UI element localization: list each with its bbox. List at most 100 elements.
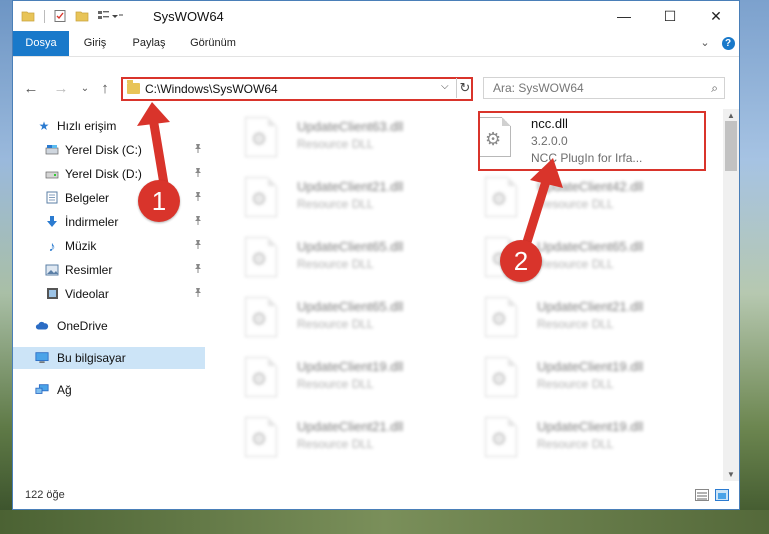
details-view-icon[interactable] — [695, 489, 709, 501]
sidebar-item-music[interactable]: ♪ Müzik — [13, 235, 205, 257]
file-name: UpdateClient19.dll — [537, 359, 644, 374]
address-bar[interactable]: C:\Windows\SysWOW64 ⌵ ↻ — [121, 77, 473, 101]
sidebar-item-quick-access[interactable]: ★ Hızlı erişim — [13, 115, 205, 137]
dll-file-icon: ⚙ — [485, 297, 517, 337]
sidebar-item-label: Belgeler — [65, 191, 110, 205]
help-icon[interactable]: ? — [719, 31, 737, 56]
scroll-thumb[interactable] — [725, 121, 737, 171]
list-item[interactable]: ⚙ UpdateClient65.dll Resource DLL — [237, 291, 473, 345]
sidebar-item-label: Videolar — [65, 287, 109, 301]
list-item[interactable]: ⚙ UpdateClient21.dll Resource DLL — [237, 171, 473, 225]
address-dropdown-icon[interactable]: ⌵ — [441, 81, 449, 92]
search-icon[interactable]: ⌕ — [711, 81, 718, 96]
pin-icon[interactable] — [193, 167, 203, 180]
pin-icon[interactable] — [193, 191, 203, 204]
sidebar-item-videos[interactable]: Videolar — [13, 283, 205, 305]
forward-arrow-icon[interactable]: → — [51, 79, 71, 99]
file-type: Resource DLL — [297, 257, 374, 271]
sidebar-item-this-pc[interactable]: Bu bilgisayar — [13, 347, 205, 369]
list-item[interactable]: ⚙ UpdateClient21.dll Resource DLL — [237, 411, 473, 465]
help-glyph: ? — [721, 37, 735, 50]
tab-file[interactable]: Dosya — [13, 31, 69, 56]
list-item[interactable]: ⚙ UpdateClient19.dll Resource DLL — [237, 351, 473, 405]
recent-locations-icon[interactable]: ⌄ — [75, 79, 95, 99]
file-type: Resource DLL — [297, 377, 374, 391]
file-name: UpdateClient65.dll — [537, 239, 644, 254]
sidebar-item-label: Müzik — [65, 239, 97, 253]
sidebar-item-local-disk-d[interactable]: Yerel Disk (D:) — [13, 163, 205, 185]
file-name: UpdateClient42.dll — [537, 179, 644, 194]
music-icon: ♪ — [48, 237, 56, 254]
sidebar-item-local-disk-c[interactable]: Yerel Disk (C:) — [13, 139, 205, 161]
folder-icon — [127, 80, 140, 94]
refresh-icon[interactable]: ↻ — [456, 78, 473, 98]
close-button[interactable]: ✕ — [693, 1, 739, 31]
list-item[interactable]: ⚙ UpdateClient65.dll Resource DLL — [237, 231, 473, 285]
dll-file-icon: ⚙ — [245, 177, 277, 217]
dll-file-icon: ⚙ — [485, 177, 517, 217]
drive-icon — [45, 143, 59, 156]
sidebar-item-label: OneDrive — [57, 319, 108, 333]
gear-icon: ⚙ — [491, 369, 508, 389]
pin-icon[interactable] — [193, 239, 203, 252]
pin-icon[interactable] — [193, 287, 203, 300]
pictures-icon — [45, 263, 59, 276]
list-item[interactable]: ⚙ UpdateClient19.dll Resource DLL — [477, 411, 713, 465]
address-path[interactable]: C:\Windows\SysWOW64 — [145, 82, 278, 96]
new-folder-icon[interactable] — [75, 9, 89, 23]
up-arrow-icon[interactable]: ↑ — [95, 79, 115, 99]
title-bar: SysWOW64 — ☐ ✕ — [13, 1, 739, 31]
gear-icon: ⚙ — [251, 189, 268, 209]
desktop-wallpaper-right — [740, 0, 769, 534]
back-arrow-icon[interactable]: ← — [21, 79, 41, 99]
sidebar-item-network[interactable]: Ağ — [13, 379, 205, 401]
ribbon-expand-button[interactable]: ⌄ — [697, 31, 713, 56]
file-type: Resource DLL — [537, 437, 614, 451]
customize-toolbar-icon[interactable] — [97, 9, 123, 23]
list-item[interactable]: ⚙ UpdateClient63.dll Resource DLL — [237, 111, 473, 165]
search-box[interactable]: ⌕ — [483, 77, 725, 99]
star-icon: ★ — [38, 118, 50, 133]
cloud-icon — [35, 319, 49, 332]
tab-view[interactable]: Görünüm — [183, 31, 243, 56]
vertical-scrollbar[interactable]: ▲ ▼ — [723, 109, 739, 481]
pin-icon[interactable] — [193, 263, 203, 276]
desktop-wallpaper-bottom — [0, 510, 769, 534]
window-title: SysWOW64 — [153, 9, 224, 24]
file-name: UpdateClient21.dll — [537, 299, 644, 314]
sidebar-item-label: Ağ — [57, 383, 72, 397]
pin-icon[interactable] — [193, 215, 203, 228]
file-name: UpdateClient21.dll — [297, 179, 404, 194]
tab-share[interactable]: Paylaş — [125, 31, 173, 56]
documents-icon — [45, 191, 59, 204]
dll-file-icon: ⚙ — [485, 357, 517, 397]
search-input[interactable] — [484, 78, 703, 98]
sidebar-item-label: Yerel Disk (D:) — [65, 167, 142, 181]
video-icon — [45, 287, 59, 300]
list-item[interactable]: ⚙ UpdateClient21.dll Resource DLL — [477, 291, 713, 345]
dll-file-icon: ⚙ — [485, 417, 517, 457]
dll-file-icon: ⚙ — [245, 117, 277, 157]
file-type: Resource DLL — [537, 197, 614, 211]
minimize-button[interactable]: — — [601, 1, 647, 31]
gear-icon: ⚙ — [491, 309, 508, 329]
properties-icon[interactable] — [53, 9, 67, 23]
file-explorer-window: SysWOW64 — ☐ ✕ Dosya Giriş Paylaş Görünü… — [12, 0, 740, 510]
file-name: UpdateClient65.dll — [297, 299, 404, 314]
computer-icon — [35, 351, 49, 364]
sidebar-item-downloads[interactable]: İndirmeler — [13, 211, 205, 233]
dll-file-icon: ⚙ — [245, 237, 277, 277]
list-item[interactable]: ⚙ UpdateClient19.dll Resource DLL — [477, 351, 713, 405]
maximize-button[interactable]: ☐ — [647, 1, 693, 31]
tab-home[interactable]: Giriş — [75, 31, 115, 56]
pin-icon[interactable] — [193, 143, 203, 156]
file-type: Resource DLL — [537, 257, 614, 271]
sidebar-item-onedrive[interactable]: OneDrive — [13, 315, 205, 337]
scroll-up-icon[interactable]: ▲ — [727, 111, 735, 120]
list-item[interactable]: ⚙ UpdateClient42.dll Resource DLL — [477, 171, 713, 225]
file-type: Resource DLL — [537, 317, 614, 331]
file-type: Resource DLL — [297, 137, 374, 151]
sidebar-item-pictures[interactable]: Resimler — [13, 259, 205, 281]
large-icons-view-icon[interactable] — [715, 489, 729, 501]
scroll-down-icon[interactable]: ▼ — [727, 470, 735, 479]
